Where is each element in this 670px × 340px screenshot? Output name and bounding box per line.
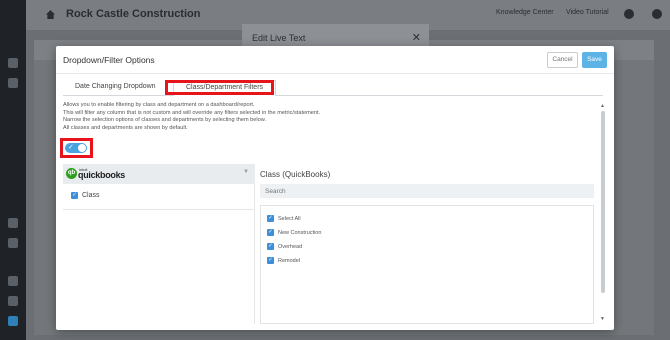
tab-date-changing-dropdown[interactable]: Date Changing Dropdown bbox=[75, 83, 156, 90]
users-icon[interactable] bbox=[8, 276, 18, 286]
chevron-down-icon[interactable]: ▼ bbox=[243, 169, 249, 175]
option-label: New Construction bbox=[278, 230, 322, 236]
help-icon[interactable] bbox=[8, 316, 18, 326]
dropdown-filter-options-modal: Dropdown/Filter Options Cancel Save Date… bbox=[56, 46, 614, 330]
left-nav-rail bbox=[0, 0, 26, 340]
new-construction-checkbox[interactable]: ✓ bbox=[267, 229, 274, 236]
option-label: Select All bbox=[278, 216, 301, 222]
home-icon[interactable] bbox=[46, 10, 55, 19]
description-line: Allows you to enable filtering by class … bbox=[63, 102, 255, 108]
class-panel-title: Class (QuickBooks) bbox=[260, 170, 331, 179]
dashboard-icon[interactable] bbox=[8, 58, 18, 68]
scroll-down-arrow-icon[interactable]: ▼ bbox=[600, 316, 605, 322]
scroll-up-arrow-icon[interactable]: ▲ bbox=[600, 103, 605, 109]
edit-live-text-title: Edit Live Text bbox=[252, 33, 306, 43]
class-option-list: ✓ Select All ✓ New Construction ✓ Overhe… bbox=[260, 205, 594, 324]
video-tutorial-link[interactable]: Video Tutorial bbox=[566, 9, 609, 16]
modal-title: Dropdown/Filter Options bbox=[63, 55, 155, 65]
tab-highlight-box bbox=[165, 80, 274, 95]
description-line: This will filter any column that is not … bbox=[63, 109, 321, 116]
class-checkbox[interactable]: ✓ bbox=[71, 192, 78, 199]
close-icon[interactable]: ✕ bbox=[412, 31, 421, 44]
integration-panel: qb intuit quickbooks ▼ ✓ Class bbox=[63, 164, 255, 324]
modal-header: Dropdown/Filter Options Cancel Save bbox=[56, 46, 614, 74]
modal-scrollbar[interactable] bbox=[601, 111, 605, 293]
save-button[interactable]: Save bbox=[582, 52, 607, 68]
integration-item-class[interactable]: ✓ Class bbox=[63, 184, 255, 210]
quickbooks-logo-icon: qb bbox=[66, 168, 77, 179]
settings-icon[interactable] bbox=[624, 9, 634, 19]
search-input[interactable] bbox=[260, 184, 594, 198]
table-icon[interactable] bbox=[8, 238, 18, 248]
option-label: Overhead bbox=[278, 244, 303, 250]
class-options-panel: Class (QuickBooks) ✓ Select All ✓ New Co… bbox=[260, 164, 594, 324]
integration-name: quickbooks bbox=[78, 170, 126, 180]
tab-bar: Date Changing Dropdown Class/Department … bbox=[63, 80, 603, 96]
toggle-highlight-box bbox=[60, 138, 93, 158]
description-line: All classes and departments are shown by… bbox=[63, 125, 188, 132]
avatar[interactable] bbox=[652, 9, 662, 19]
knowledge-center-link[interactable]: Knowledge Center bbox=[496, 9, 554, 16]
class-label: Class bbox=[82, 192, 100, 199]
report-icon[interactable] bbox=[8, 218, 18, 228]
company-selector[interactable]: Rock Castle Construction bbox=[66, 8, 200, 20]
document-icon[interactable] bbox=[8, 78, 18, 88]
gear-icon[interactable] bbox=[8, 296, 18, 306]
option-label: Remodel bbox=[278, 258, 301, 264]
description-line: Narrow the selection options of classes … bbox=[63, 117, 267, 124]
overhead-checkbox[interactable]: ✓ bbox=[267, 243, 274, 250]
remodel-checkbox[interactable]: ✓ bbox=[267, 257, 274, 264]
filter-description: Allows you to enable filtering by class … bbox=[63, 102, 483, 133]
cancel-button[interactable]: Cancel bbox=[547, 52, 578, 68]
integration-selector[interactable]: qb intuit quickbooks ▼ bbox=[63, 164, 255, 184]
select-all-checkbox[interactable]: ✓ bbox=[267, 215, 274, 222]
